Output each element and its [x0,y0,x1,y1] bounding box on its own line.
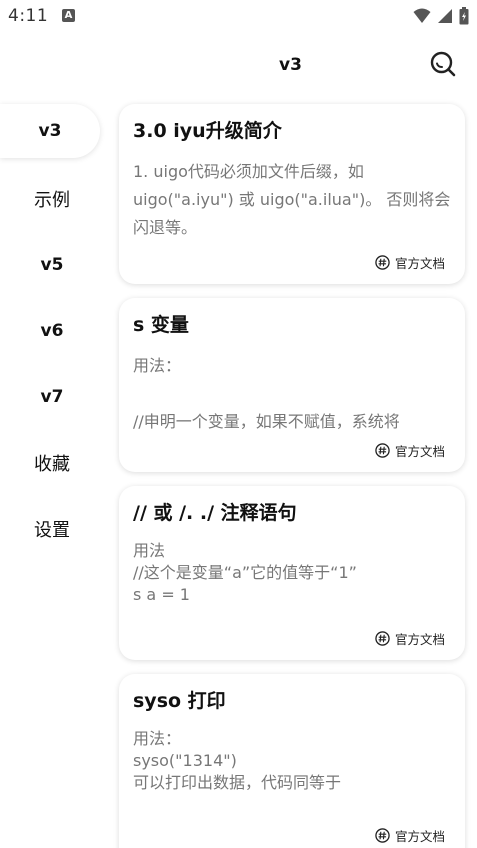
card-list: 3.0 iyu升级简介 1. uigo代码必须加文件后缀，如 uigo("a.i… [119,104,465,848]
hashtag-icon [375,255,390,270]
card-title: 3.0 iyu升级简介 [133,120,282,142]
status-bar: 4:11 A [0,0,477,34]
hashtag-icon [375,828,390,843]
sidebar-item-examples[interactable]: 示例 [0,166,104,232]
status-icons [413,7,469,25]
app-bar: v3 [0,34,477,96]
official-docs-label: 官方文档 [394,256,445,271]
official-docs-link[interactable]: 官方文档 [375,441,445,460]
signal-icon [438,9,452,23]
doc-card[interactable]: s 变量 用法： //申明一个变量，如果不赋值，系统将 官方文档 [119,298,465,472]
battery-icon [459,7,469,25]
official-docs-label: 官方文档 [394,829,445,844]
sidebar-item-label: v6 [40,321,64,341]
sidebar-item-favorites[interactable]: 收藏 [0,430,104,496]
sidebar-item-label: 收藏 [34,454,70,475]
wifi-icon [413,8,431,23]
sidebar-item-label: v3 [38,121,62,141]
official-docs-link[interactable]: 官方文档 [375,826,445,845]
hashtag-icon [375,631,390,646]
search-icon[interactable] [429,50,457,78]
card-title: s 变量 [133,314,189,336]
official-docs-link[interactable]: 官方文档 [375,629,445,648]
sidebar-item-label: 设置 [34,520,70,541]
card-title: syso 打印 [133,690,226,712]
status-time: 4:11 [8,6,49,26]
card-body: 用法： //申明一个变量，如果不赋值，系统将 [133,356,400,431]
sidebar-item-v3[interactable]: v3 [0,104,100,158]
sidebar: v3 示例 v5 v6 v7 收藏 设置 [0,100,104,562]
doc-card[interactable]: // 或 /. ./ 注释语句 用法 //这个是变量“a”它的值等于“1” s … [119,486,465,660]
official-docs-label: 官方文档 [394,444,445,459]
sidebar-item-label: 示例 [34,190,70,211]
doc-card[interactable]: syso 打印 用法： syso("1314") 可以打印出数据，代码同等于 官… [119,674,465,848]
sidebar-item-settings[interactable]: 设置 [0,496,104,562]
card-body: 用法 //这个是变量“a”它的值等于“1” s a = 1 [133,541,357,604]
hashtag-icon [375,443,390,458]
official-docs-link[interactable]: 官方文档 [375,253,445,272]
card-title: // 或 /. ./ 注释语句 [133,502,297,524]
notification-icon: A [62,9,75,22]
sidebar-item-v7[interactable]: v7 [0,364,104,430]
sidebar-item-v6[interactable]: v6 [0,298,104,364]
card-body: 用法： syso("1314") 可以打印出数据，代码同等于 [133,729,342,792]
sidebar-item-v5[interactable]: v5 [0,232,104,298]
sidebar-item-label: v5 [40,255,64,275]
sidebar-item-label: v7 [40,387,64,407]
doc-card[interactable]: 3.0 iyu升级简介 1. uigo代码必须加文件后缀，如 uigo("a.i… [119,104,465,284]
official-docs-label: 官方文档 [394,632,445,647]
page-title: v3 [279,55,302,75]
card-body: 1. uigo代码必须加文件后缀，如 uigo("a.iyu") 或 uigo(… [133,162,451,237]
